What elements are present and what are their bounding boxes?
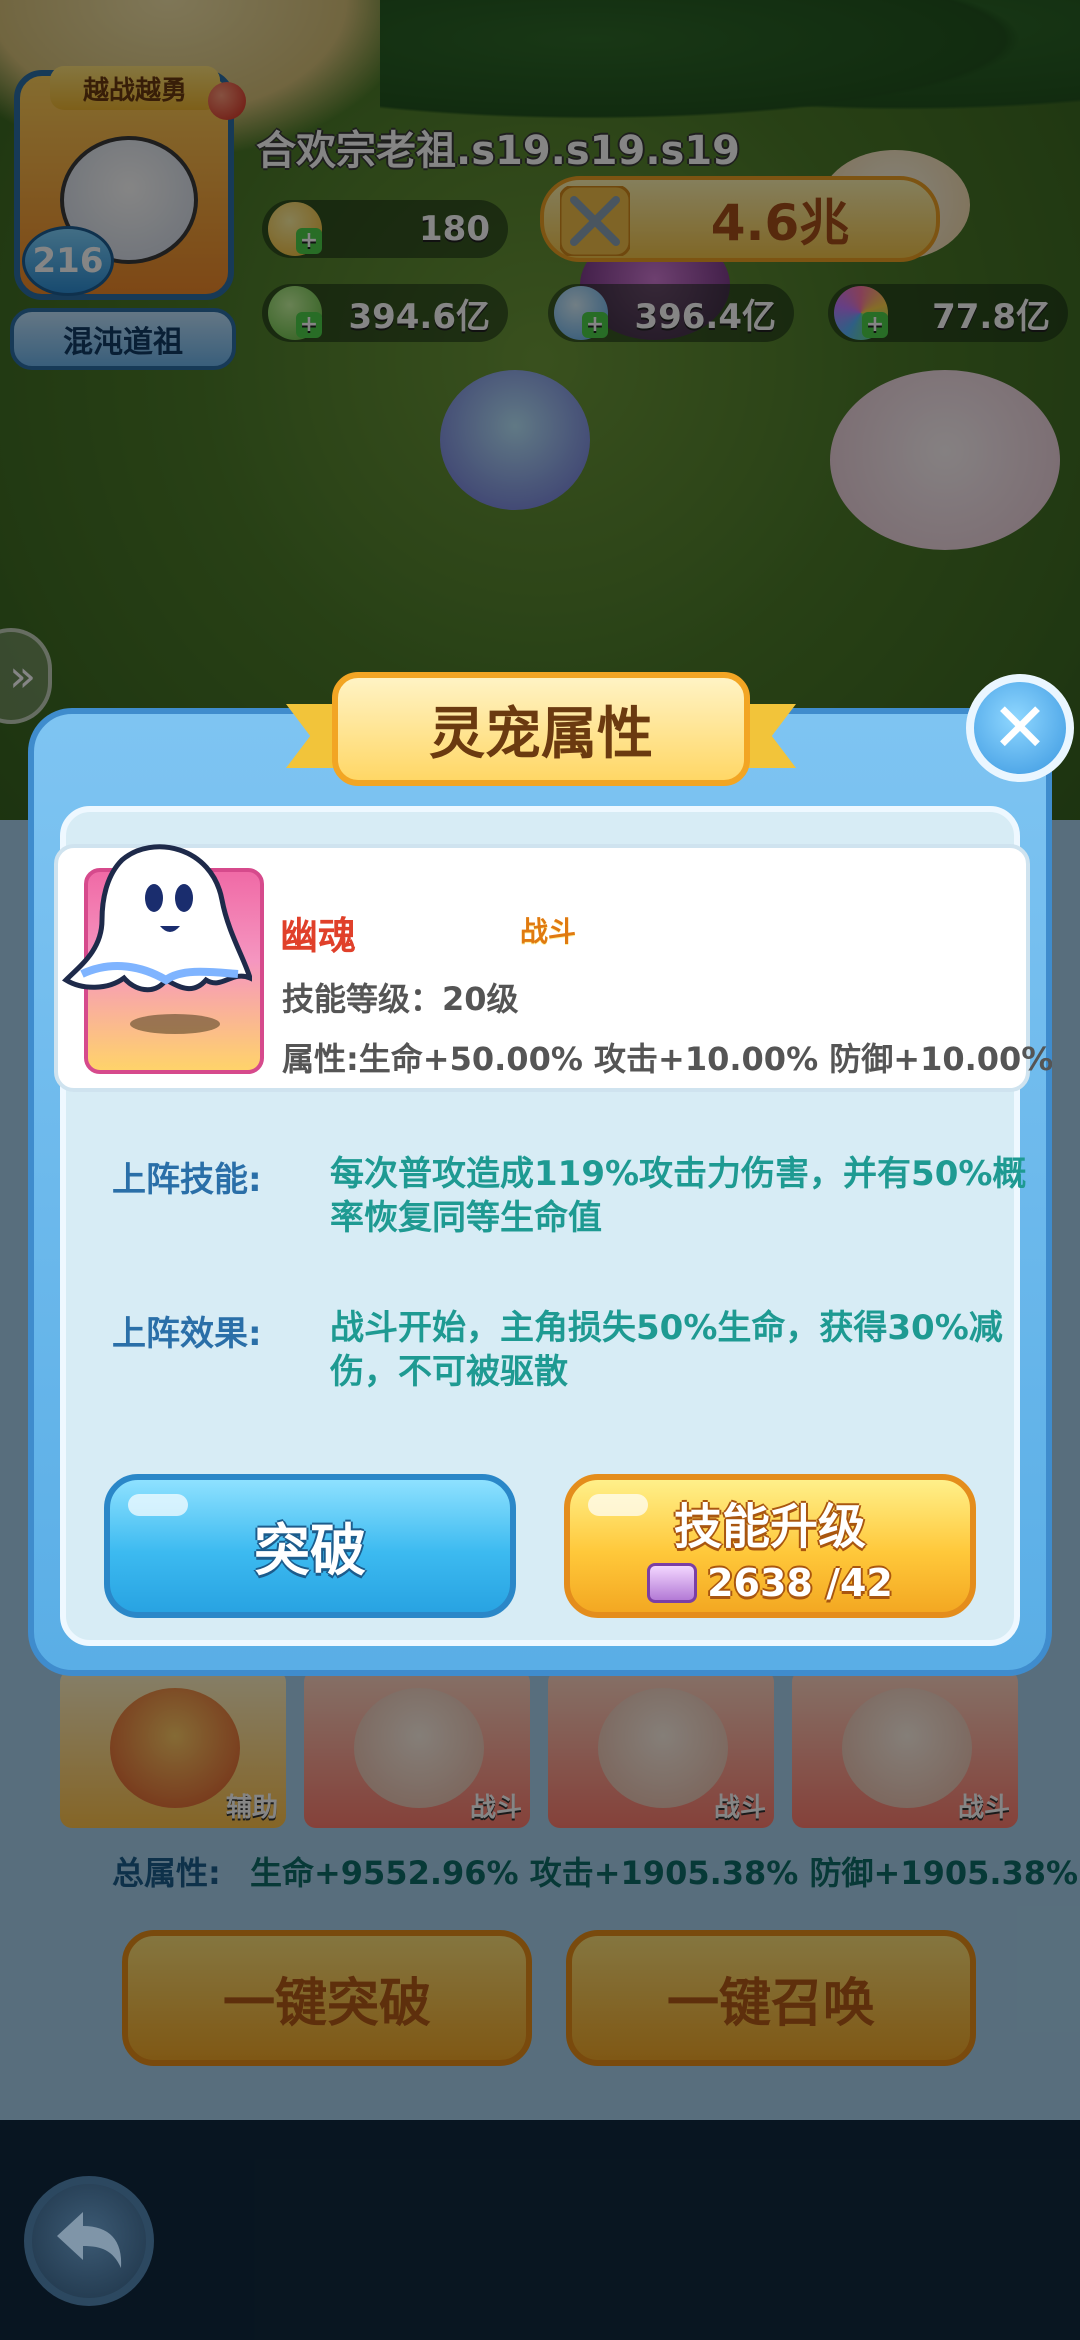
skill-upgrade-button[interactable]: 技能升级 2638 /42 — [564, 1474, 976, 1618]
button-gloss — [128, 1494, 188, 1516]
breakthrough-label: 突破 — [254, 1518, 366, 1584]
deploy-skill-text: 每次普攻造成119%攻击力伤害，并有50%概率恢复同等生命值 — [330, 1154, 1027, 1238]
back-arrow-icon — [57, 2212, 122, 2268]
close-icon: ✕ — [991, 688, 1049, 768]
deploy-skill: 上阵技能: 每次普攻造成119%攻击力伤害，并有50%概率恢复同等生命值 — [112, 1152, 1052, 1252]
pet-name: 幽魂 — [280, 914, 357, 958]
ghost-pet-image — [62, 844, 252, 993]
pet-attributes: 属性:生命+50.00% 攻击+10.00% 防御+10.00% — [282, 1040, 1052, 1078]
pet-skill-level: 技能等级：20级 — [282, 980, 519, 1018]
pet-shadow — [130, 1014, 220, 1034]
upgrade-cost: 2638 /42 — [647, 1561, 893, 1605]
deploy-effect-text: 战斗开始，主角损失50%生命，获得30%减伤，不可被驱散 — [330, 1308, 1003, 1392]
close-button[interactable]: ✕ — [966, 674, 1074, 782]
material-box-icon — [647, 1563, 698, 1603]
skill-upgrade-label: 技能升级 — [673, 1499, 866, 1555]
modal-title: 灵宠属性 — [332, 672, 750, 786]
deploy-skill-label: 上阵技能: — [112, 1160, 262, 1200]
deploy-effect: 上阵效果: 战斗开始，主角损失50%生命，获得30%减伤，不可被驱散 — [112, 1306, 1052, 1406]
modal-title-banner: 灵宠属性 — [286, 668, 796, 796]
pet-type-tag: 战斗 — [520, 915, 577, 948]
breakthrough-button[interactable]: 突破 — [104, 1474, 516, 1618]
upgrade-cost-value: 2638 /42 — [707, 1561, 893, 1605]
button-gloss — [588, 1494, 648, 1516]
deploy-effect-label: 上阵效果: — [112, 1314, 262, 1354]
back-button[interactable] — [24, 2176, 154, 2306]
